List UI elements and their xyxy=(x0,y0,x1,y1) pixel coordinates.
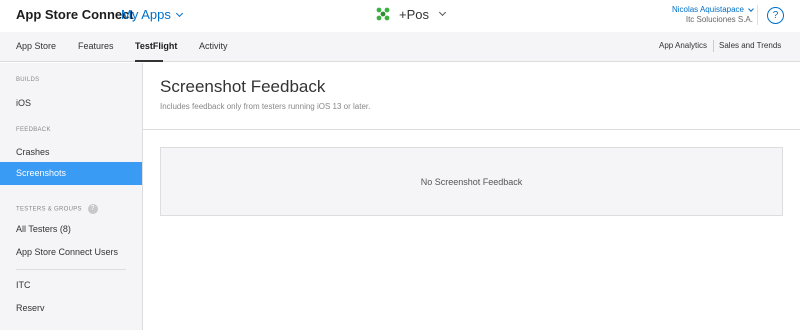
app-icon xyxy=(376,7,390,21)
divider xyxy=(16,269,126,270)
my-apps-menu[interactable]: My Apps xyxy=(121,7,183,22)
sidebar: BUILDS iOS FEEDBACK Crashes Screenshots … xyxy=(0,63,143,330)
empty-state: No Screenshot Feedback xyxy=(160,147,783,216)
divider xyxy=(757,5,758,25)
chevron-down-icon xyxy=(748,5,754,12)
sales-and-trends-link[interactable]: Sales and Trends xyxy=(719,41,781,50)
sidebar-item-app-store-connect-users[interactable]: App Store Connect Users xyxy=(0,241,142,264)
tab-features[interactable]: Features xyxy=(78,41,114,51)
sidebar-item-ios[interactable]: iOS xyxy=(0,92,142,115)
divider xyxy=(143,129,800,130)
app-store-connect-brand[interactable]: App Store Connect xyxy=(16,7,134,22)
feedback-section-title: FEEDBACK xyxy=(16,127,51,133)
account-org: Itc Soluciones S.A. xyxy=(685,15,753,24)
tab-app-store[interactable]: App Store xyxy=(16,41,56,51)
top-bar: App Store Connect My Apps +Pos Nicolas A… xyxy=(0,0,800,32)
testers-section-title: TESTERS & GROUPS ? xyxy=(16,204,98,214)
app-name: +Pos xyxy=(399,6,429,22)
sidebar-item-all-testers[interactable]: All Testers (8) xyxy=(0,218,142,241)
tab-testflight[interactable]: TestFlight xyxy=(135,41,177,51)
help-icon[interactable]: ? xyxy=(87,204,98,214)
account-name: Nicolas Aquistapace xyxy=(671,5,744,14)
chevron-down-icon xyxy=(438,8,447,17)
page-subtitle: Includes feedback only from testers runn… xyxy=(160,102,371,111)
account-menu[interactable]: Nicolas Aquistapace Itc Soluciones S.A. xyxy=(671,5,754,25)
account-name-row: Nicolas Aquistapace xyxy=(671,5,754,15)
testers-section-label: TESTERS & GROUPS xyxy=(16,206,82,213)
my-apps-label: My Apps xyxy=(121,7,171,22)
page-title: Screenshot Feedback xyxy=(160,77,326,96)
section-nav: App Store Features TestFlight Activity A… xyxy=(0,32,800,62)
empty-state-message: No Screenshot Feedback xyxy=(420,177,523,187)
sidebar-item-crashes[interactable]: Crashes xyxy=(0,141,142,164)
divider xyxy=(713,40,714,52)
chevron-down-icon xyxy=(175,9,183,17)
tab-activity[interactable]: Activity xyxy=(199,41,228,51)
sidebar-item-reserv[interactable]: Reserv xyxy=(0,297,142,320)
help-icon[interactable]: ? xyxy=(767,7,784,24)
sidebar-item-screenshots[interactable]: Screenshots xyxy=(0,162,142,185)
app-analytics-link[interactable]: App Analytics xyxy=(659,41,707,50)
sidebar-item-itc[interactable]: ITC xyxy=(0,274,142,297)
builds-section-title: BUILDS xyxy=(16,77,40,83)
app-selector[interactable]: +Pos xyxy=(375,6,447,22)
active-tab-indicator xyxy=(135,60,163,62)
